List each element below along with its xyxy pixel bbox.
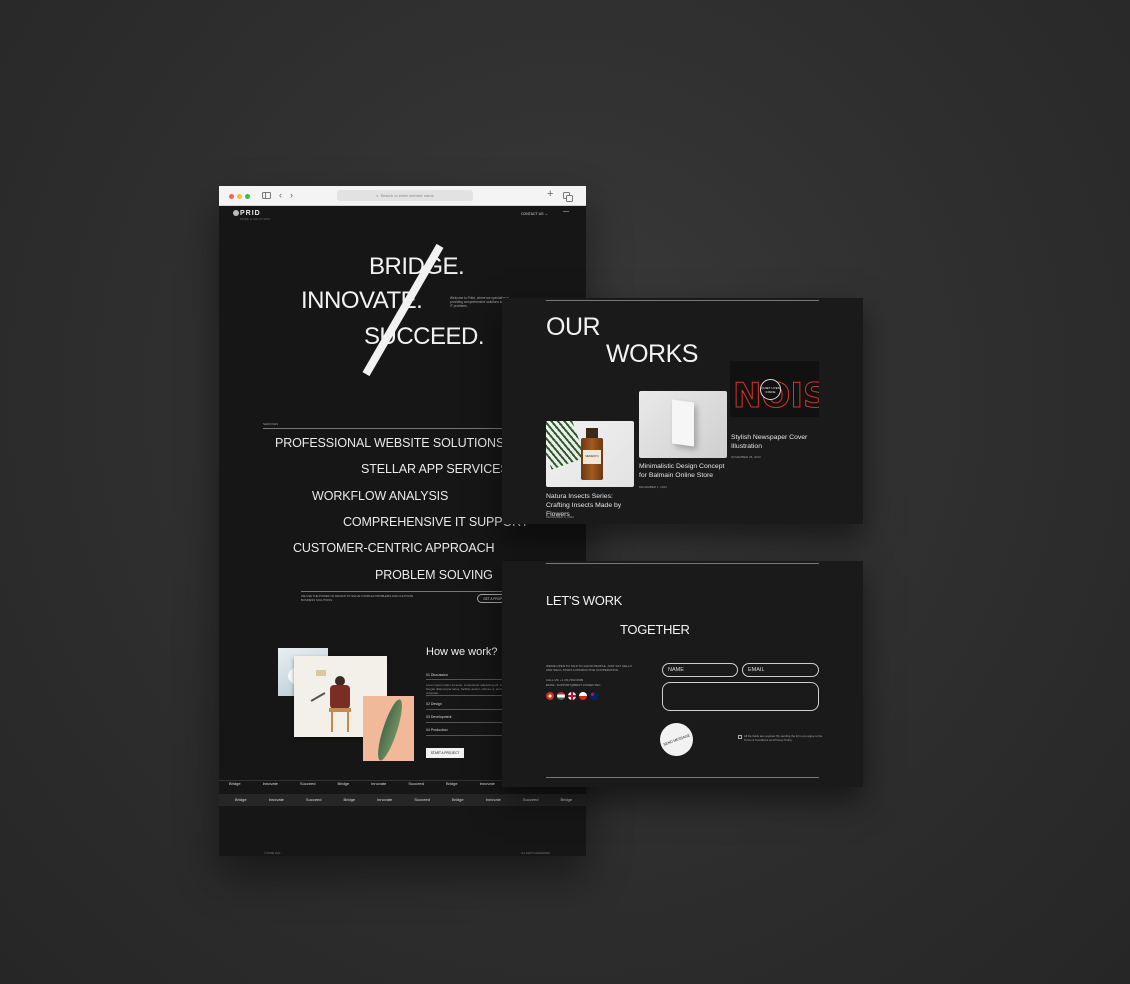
work-card-title[interactable]: Minimalistic Design Concept for Balmain … — [639, 462, 729, 480]
work-card-image[interactable] — [639, 391, 727, 458]
marquee-word: Innovate — [262, 781, 278, 786]
marquee-word: Bridge — [560, 797, 573, 802]
zoom-window-button[interactable] — [245, 193, 250, 199]
marquee-word: Succeed — [522, 797, 539, 802]
marquee-word: Bridge — [337, 781, 350, 786]
consent-text: All the fields are required. By sending … — [744, 734, 823, 742]
marquee-word: Succeed — [299, 781, 316, 786]
book-mockup — [672, 399, 694, 447]
address-bar-placeholder: Search or enter website name — [380, 193, 434, 198]
contact-intro: WE'RE OPEN TO TALK TO GOOD PEOPLE. JUST … — [546, 664, 632, 672]
address-bar[interactable]: ⌕ Search or enter website name — [337, 190, 473, 201]
marquee-word: Innovate — [268, 797, 284, 802]
australia-flag-icon[interactable] — [590, 692, 598, 700]
marquee-word: Succeed — [414, 797, 430, 802]
marquee-word: Innovate — [479, 781, 495, 786]
contact-title-line2: TOGETHER — [620, 622, 690, 637]
marquee-word: Innovate — [371, 781, 387, 786]
start-project-button[interactable]: START A PROJECT — [426, 748, 464, 758]
hero-description: Welcome to Pride, where we specialize in… — [450, 296, 510, 309]
hero-line-bridge: BRIDGE. — [369, 253, 465, 280]
service-item[interactable]: WORKFLOW ANALYSIS — [312, 489, 448, 503]
site-logo[interactable]: PRID — [240, 210, 261, 217]
site-logo-subtitle: PRIDE & SOLUTIONS — [240, 218, 271, 221]
minimize-window-button[interactable] — [237, 193, 242, 199]
service-item[interactable]: CUSTOMER-CENTRIC APPROACH — [293, 541, 495, 555]
message-textarea[interactable] — [662, 682, 819, 711]
tab-overview-icon[interactable] — [563, 192, 573, 202]
menu-hamburger-icon[interactable]: — — [563, 209, 569, 215]
marquee-word: Innovate — [377, 797, 393, 802]
works-top-divider — [546, 300, 819, 301]
send-message-button[interactable]: SEND MESSAGE — [655, 718, 698, 761]
service-item[interactable]: COMPREHENSIVE IT SUPPORT — [343, 515, 528, 529]
fern-leaf — [546, 421, 586, 470]
contact-panel: LET'S WORK TOGETHER WE'RE OPEN TO TALK T… — [502, 561, 863, 787]
service-item[interactable]: PROFESSIONAL WEBSITE SOLUTIONS — [275, 436, 504, 450]
services-footer-text: WE USE THE POWER OF DESIGN TO SOLVE COMP… — [301, 594, 414, 602]
marquee-strip-2: Bridge Innovate Succeed Bridge Innovate Succe… — [219, 794, 586, 806]
amber-bottle: MEMENTO — [581, 438, 603, 480]
marquee-word: Succeed — [408, 781, 424, 786]
noise-badge: QUIET LIVES INSIDE — [760, 379, 781, 400]
marquee-word: Bridge — [446, 781, 458, 786]
marquee-word: Bridge — [343, 797, 356, 802]
footer-copyright: © PRIDE 2024 — [264, 852, 281, 855]
work-card-date: DECEMBER 3, 2023 — [546, 515, 574, 519]
marquee-word: Succeed — [305, 797, 322, 802]
how-we-work-title: How we work? — [426, 646, 498, 658]
marquee-word: Bridge — [229, 781, 241, 786]
email-field[interactable]: EMAIL — [742, 663, 819, 677]
email-field-placeholder: EMAIL — [748, 667, 765, 673]
service-item[interactable]: PROBLEM SOLVING — [375, 568, 493, 582]
czech-flag-icon[interactable] — [579, 692, 587, 700]
browser-toolbar: ‹ › ⌕ Search or enter website name + — [219, 186, 586, 206]
canada-flag-icon[interactable] — [546, 692, 554, 700]
hungary-flag-icon[interactable] — [557, 692, 565, 700]
contact-us-link[interactable]: CONTACT US — [521, 212, 543, 216]
hero-line-innovate: INNOVATE. — [301, 287, 423, 314]
work-card-date: DECEMBER 1, 2023 — [639, 485, 667, 489]
england-flag-icon[interactable] — [568, 692, 576, 700]
bottle-label: MEMENTO — [583, 450, 601, 464]
palm-leaf-photo — [363, 696, 414, 761]
close-window-button[interactable] — [229, 193, 234, 199]
contact-phone[interactable]: CALL US: +1 (61) 562-0909 — [546, 678, 646, 682]
service-item[interactable]: STELLAR APP SERVICES — [361, 462, 509, 476]
contact-top-divider — [546, 563, 819, 564]
footer-rights: ALL RIGHTS RESERVED — [521, 852, 550, 855]
marquee-text: Bridge Innovate Succeed Bridge Innovate Succe… — [235, 794, 586, 806]
marquee-word: Innovate — [485, 797, 501, 802]
search-icon: ⌕ — [376, 193, 379, 198]
marquee-word: Bridge — [452, 797, 464, 802]
work-card-image[interactable]: MEMENTO — [546, 421, 634, 487]
arrow-right-icon: → — [544, 211, 548, 216]
logo-mark-icon — [233, 210, 239, 216]
contact-title-line1: LET'S WORK — [546, 593, 623, 608]
bottle-cap — [586, 428, 598, 438]
name-field-placeholder: NAME — [668, 667, 684, 673]
works-title-our: OUR — [546, 313, 601, 341]
contact-email[interactable]: EMAIL: SUPPORT@BEST-CODER.TEC — [546, 683, 646, 687]
hero-line-succeed: SUCCEED. — [364, 323, 485, 350]
back-button[interactable]: ‹ — [279, 190, 282, 201]
sidebar-toggle-icon[interactable] — [262, 192, 271, 199]
name-field[interactable]: NAME — [662, 663, 738, 677]
our-works-panel: OUR WORKS NOISE QUIET LIVES INSIDE Styli… — [502, 298, 863, 524]
contact-bottom-divider — [546, 777, 819, 778]
consent-checkbox[interactable] — [738, 735, 742, 739]
forward-button[interactable]: › — [290, 190, 293, 201]
works-title-works: WORKS — [606, 340, 698, 368]
work-card-date: NOVEMBER 28, 2023 — [731, 455, 761, 459]
services-label: SERVICES — [263, 422, 279, 426]
work-card-title[interactable]: Stylish Newspaper Cover Illustration — [731, 433, 811, 451]
new-tab-button[interactable]: + — [547, 189, 553, 200]
work-card-image[interactable]: NOISE QUIET LIVES INSIDE — [730, 361, 819, 417]
marquee-word: Bridge — [235, 797, 247, 802]
